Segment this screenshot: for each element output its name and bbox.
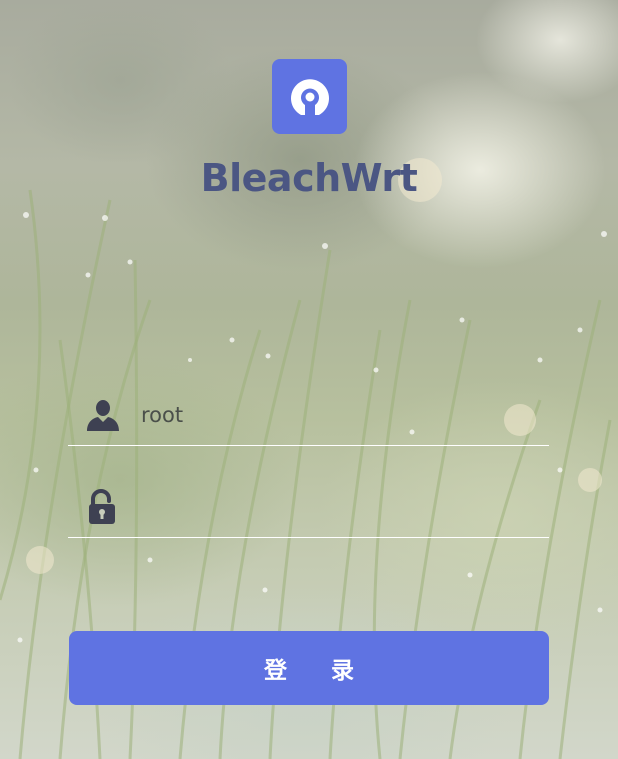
user-icon — [85, 397, 121, 433]
bleachwrt-logo — [272, 59, 347, 134]
password-input[interactable] — [141, 487, 549, 527]
username-input[interactable] — [141, 395, 549, 435]
username-field — [68, 385, 549, 446]
unlock-icon — [85, 489, 121, 525]
bleachwrt-logo-icon — [290, 78, 329, 115]
password-field — [68, 477, 549, 538]
login-button[interactable]: 登 录 — [69, 631, 549, 705]
brand-name: BleachWrt — [200, 156, 418, 200]
